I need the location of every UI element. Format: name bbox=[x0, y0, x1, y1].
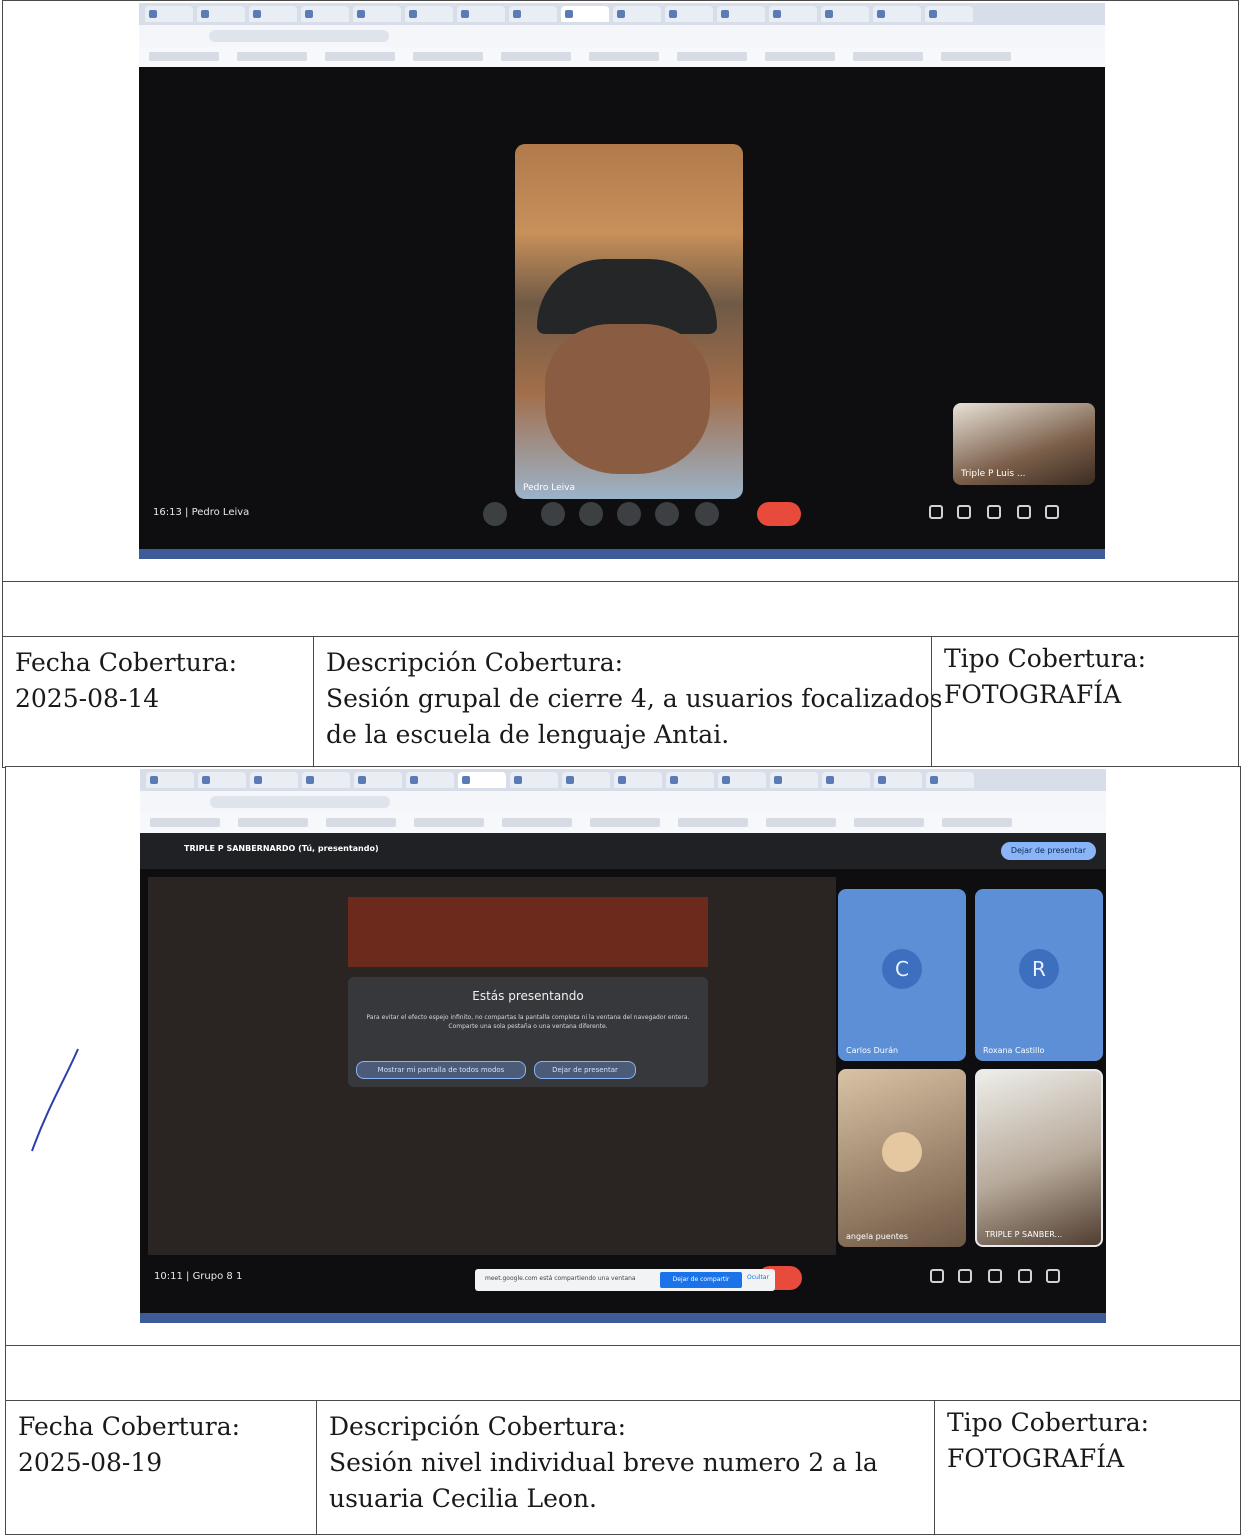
activities-icon[interactable] bbox=[1017, 505, 1031, 519]
meeting-info: 16:13 | Pedro Leiva bbox=[153, 507, 250, 518]
share-text: meet.google.com está compartiendo una ve… bbox=[485, 1275, 636, 1282]
chat-icon[interactable] bbox=[988, 1269, 1002, 1283]
activities-icon[interactable] bbox=[1018, 1269, 1032, 1283]
self-view-tile: Triple P Luis ... bbox=[953, 403, 1095, 485]
meet-stage: Pedro Leiva Triple P Luis ... 16:13 | Pe… bbox=[139, 67, 1105, 549]
shared-screen: Estás presentando Para evitar el efecto … bbox=[148, 877, 836, 1255]
participant-tile-3[interactable]: angela puentes bbox=[838, 1069, 966, 1247]
avatar: C bbox=[882, 949, 922, 989]
taskbar bbox=[140, 1313, 1106, 1323]
address-bar bbox=[139, 25, 1105, 47]
fecha-value: 2025-08-19 bbox=[18, 1448, 163, 1477]
meet-screenshot-1: Pedro Leiva Triple P Luis ... 16:13 | Pe… bbox=[139, 3, 1105, 559]
descripcion-line-1: Sesión nivel individual breve numero 2 a… bbox=[329, 1448, 878, 1477]
host-controls-icon[interactable] bbox=[1045, 505, 1059, 519]
spacer-row-1 bbox=[2, 582, 1239, 638]
people-icon[interactable] bbox=[958, 1269, 972, 1283]
info-icon[interactable] bbox=[930, 1269, 944, 1283]
participant-name: angela puentes bbox=[846, 1232, 909, 1241]
fecha-label: Fecha Cobertura: bbox=[15, 648, 238, 677]
avatar bbox=[882, 1132, 922, 1172]
cap bbox=[537, 259, 717, 334]
record-row-1: Fecha Cobertura: 2025-08-14 Descripción … bbox=[2, 636, 1239, 768]
meeting-label: Pedro Leiva bbox=[191, 507, 250, 518]
participant-name: Carlos Durán bbox=[846, 1046, 899, 1055]
dialog-title: Estás presentando bbox=[472, 989, 584, 1003]
browser-tabs bbox=[140, 769, 1106, 791]
slide-header bbox=[348, 897, 708, 967]
fecha-cell: Fecha Cobertura: 2025-08-19 bbox=[6, 1401, 316, 1534]
emoji-button[interactable] bbox=[617, 502, 641, 526]
address-bar bbox=[140, 791, 1106, 813]
pen-mark bbox=[31, 1048, 79, 1152]
descripcion-label: Descripción Cobertura: bbox=[326, 648, 624, 677]
info-icon[interactable] bbox=[929, 505, 943, 519]
bookmarks-bar bbox=[140, 813, 1106, 833]
bookmarks-bar bbox=[139, 47, 1105, 67]
tipo-cell: Tipo Cobertura: FOTOGRAFÍA bbox=[934, 1401, 1240, 1534]
meet-controls: 16:13 | Pedro Leiva bbox=[139, 497, 1105, 531]
record-row-2: Fecha Cobertura: 2025-08-19 Descripción … bbox=[5, 1400, 1241, 1535]
participant-name: TRIPLE P SANBER... bbox=[985, 1230, 1063, 1239]
mic-button[interactable] bbox=[483, 502, 507, 526]
descripcion-line-1: Sesión grupal de cierre 4, a usuarios fo… bbox=[326, 684, 943, 713]
meeting-time: 16:13 bbox=[153, 507, 182, 518]
end-call-button[interactable] bbox=[757, 502, 801, 526]
spacer-row-2 bbox=[5, 1346, 1241, 1402]
tipo-value: FOTOGRAFÍA bbox=[944, 680, 1122, 709]
hide-button[interactable]: Ocultar bbox=[747, 1274, 769, 1281]
descripcion-label: Descripción Cobertura: bbox=[329, 1412, 627, 1441]
descripcion-cell: Descripción Cobertura: Sesión grupal de … bbox=[313, 637, 943, 767]
browser-tabs bbox=[139, 3, 1105, 25]
photo-cell-1: Pedro Leiva Triple P Luis ... 16:13 | Pe… bbox=[2, 0, 1239, 582]
tipo-cell: Tipo Cobertura: FOTOGRAFÍA bbox=[931, 637, 1237, 767]
tipo-label: Tipo Cobertura: bbox=[944, 644, 1147, 673]
presenting-dialog: Estás presentando Para evitar el efecto … bbox=[348, 977, 708, 1087]
descripcion-line-2: usuaria Cecilia Leon. bbox=[329, 1484, 597, 1513]
taskbar bbox=[139, 549, 1105, 559]
screen-share-bar: meet.google.com está compartiendo una ve… bbox=[475, 1269, 775, 1291]
meet-screenshot-2: TRIPLE P SANBERNARDO (Tú, presentando) D… bbox=[140, 769, 1106, 1323]
host-controls-icon[interactable] bbox=[1046, 1269, 1060, 1283]
fecha-cell: Fecha Cobertura: 2025-08-14 bbox=[3, 637, 313, 767]
presenting-title: TRIPLE P SANBERNARDO (Tú, presentando) bbox=[184, 844, 379, 853]
fecha-label: Fecha Cobertura: bbox=[18, 1412, 241, 1441]
stop-sharing-button[interactable]: Dejar de compartir bbox=[660, 1272, 742, 1288]
chat-icon[interactable] bbox=[987, 505, 1001, 519]
meeting-info: 10:11 | Grupo 8 1 bbox=[154, 1271, 243, 1282]
participant-tile-4[interactable]: TRIPLE P SANBER... bbox=[975, 1069, 1103, 1247]
raise-hand-button[interactable] bbox=[695, 502, 719, 526]
tipo-value: FOTOGRAFÍA bbox=[947, 1444, 1125, 1473]
participant-tile-1[interactable]: C Carlos Durán bbox=[838, 889, 966, 1061]
participant-name: Pedro Leiva bbox=[523, 483, 575, 493]
meeting-time: 10:11 bbox=[154, 1271, 183, 1282]
descripcion-line-2: de la escuela de lenguaje Antai. bbox=[326, 720, 730, 749]
meeting-label: Grupo 8 1 bbox=[192, 1271, 243, 1282]
photo-cell-2: TRIPLE P SANBERNARDO (Tú, presentando) D… bbox=[5, 766, 1241, 1346]
main-video-tile: Pedro Leiva bbox=[515, 144, 743, 499]
meet-stage: TRIPLE P SANBERNARDO (Tú, presentando) D… bbox=[140, 833, 1106, 1313]
show-screen-anyway-button[interactable]: Mostrar mi pantalla de todos modos bbox=[356, 1061, 526, 1079]
presenting-header: TRIPLE P SANBERNARDO (Tú, presentando) D… bbox=[140, 833, 1106, 869]
avatar: R bbox=[1019, 949, 1059, 989]
tipo-label: Tipo Cobertura: bbox=[947, 1408, 1150, 1437]
face bbox=[545, 324, 710, 474]
dialog-stop-presenting-button[interactable]: Dejar de presentar bbox=[534, 1061, 636, 1079]
camera-button[interactable] bbox=[541, 502, 565, 526]
fecha-value: 2025-08-14 bbox=[15, 684, 160, 713]
captions-button[interactable] bbox=[579, 502, 603, 526]
stop-presenting-button[interactable]: Dejar de presentar bbox=[1000, 842, 1096, 860]
descripcion-cell: Descripción Cobertura: Sesión nivel indi… bbox=[316, 1401, 934, 1534]
participant-tile-2[interactable]: R Roxana Castillo bbox=[975, 889, 1103, 1061]
present-button[interactable] bbox=[655, 502, 679, 526]
self-view-name: Triple P Luis ... bbox=[961, 469, 1026, 479]
people-icon[interactable] bbox=[957, 505, 971, 519]
participant-name: Roxana Castillo bbox=[983, 1046, 1045, 1055]
dialog-body: Para evitar el efecto espejo infinito, n… bbox=[366, 1014, 690, 1030]
